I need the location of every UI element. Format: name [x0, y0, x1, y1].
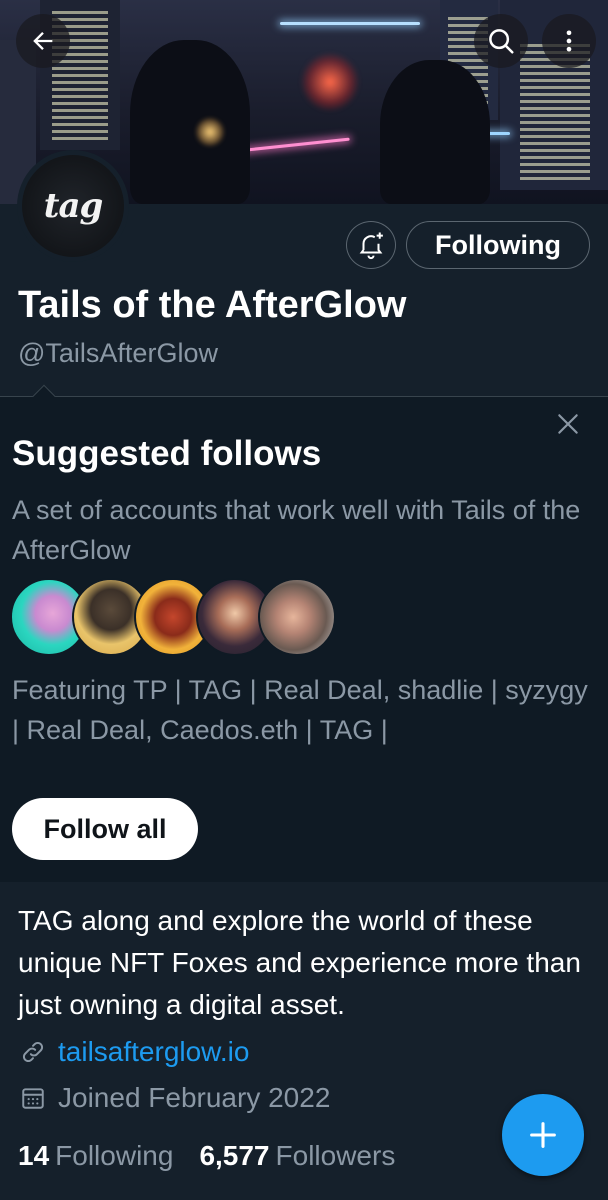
search-button[interactable]	[474, 14, 528, 68]
suggested-title: Suggested follows	[12, 434, 322, 473]
follow-counts: 14 Following 6,577 Followers	[18, 1140, 395, 1172]
plus-icon	[530, 1122, 556, 1148]
joined-row: Joined February 2022	[18, 1082, 330, 1114]
following-count-label: Following	[55, 1140, 174, 1171]
compose-tweet-button[interactable]	[502, 1094, 584, 1176]
follow-all-button[interactable]: Follow all	[12, 798, 198, 860]
website-link[interactable]: tailsafterglow.io	[58, 1036, 249, 1068]
profile-bio: TAG along and explore the world of these…	[18, 905, 581, 1020]
photo-avatar[interactable]	[258, 578, 336, 656]
user-handle: @TailsAfterGlow	[18, 338, 218, 368]
following-count-link[interactable]: 14 Following	[18, 1140, 173, 1172]
display-name: Tails of the AfterGlow	[18, 284, 407, 326]
suggested-avatars[interactable]	[10, 578, 340, 658]
calendar-icon	[18, 1083, 48, 1113]
followers-count: 6,577	[199, 1140, 270, 1171]
back-button[interactable]	[16, 14, 70, 68]
close-suggestions-button[interactable]	[552, 408, 584, 440]
link-icon	[18, 1037, 48, 1067]
close-icon	[558, 414, 578, 434]
avatar-logo-text: tag	[43, 186, 104, 226]
featuring-text: Featuring TP | TAG | Real Deal, shadlie …	[12, 675, 588, 745]
suggested-subtitle: A set of accounts that work well with Ta…	[12, 495, 581, 565]
joined-date: Joined February 2022	[58, 1082, 331, 1113]
more-button[interactable]	[542, 14, 596, 68]
followers-count-link[interactable]: 6,577 Followers	[199, 1140, 395, 1172]
profile-avatar[interactable]: tag	[17, 150, 129, 262]
search-icon	[489, 29, 514, 54]
profile-page: tag Following Tails of the AfterGlow @Ta…	[0, 0, 608, 1200]
website-row: tailsafterglow.io	[18, 1036, 249, 1068]
avatar-image: tag	[22, 155, 124, 257]
following-button[interactable]: Following	[406, 221, 590, 269]
followers-count-label: Followers	[275, 1140, 396, 1171]
notifications-button[interactable]	[346, 221, 396, 269]
more-vertical-icon	[566, 30, 572, 52]
back-arrow-icon	[33, 32, 53, 50]
bell-plus-icon	[359, 232, 383, 260]
following-count: 14	[18, 1140, 50, 1171]
